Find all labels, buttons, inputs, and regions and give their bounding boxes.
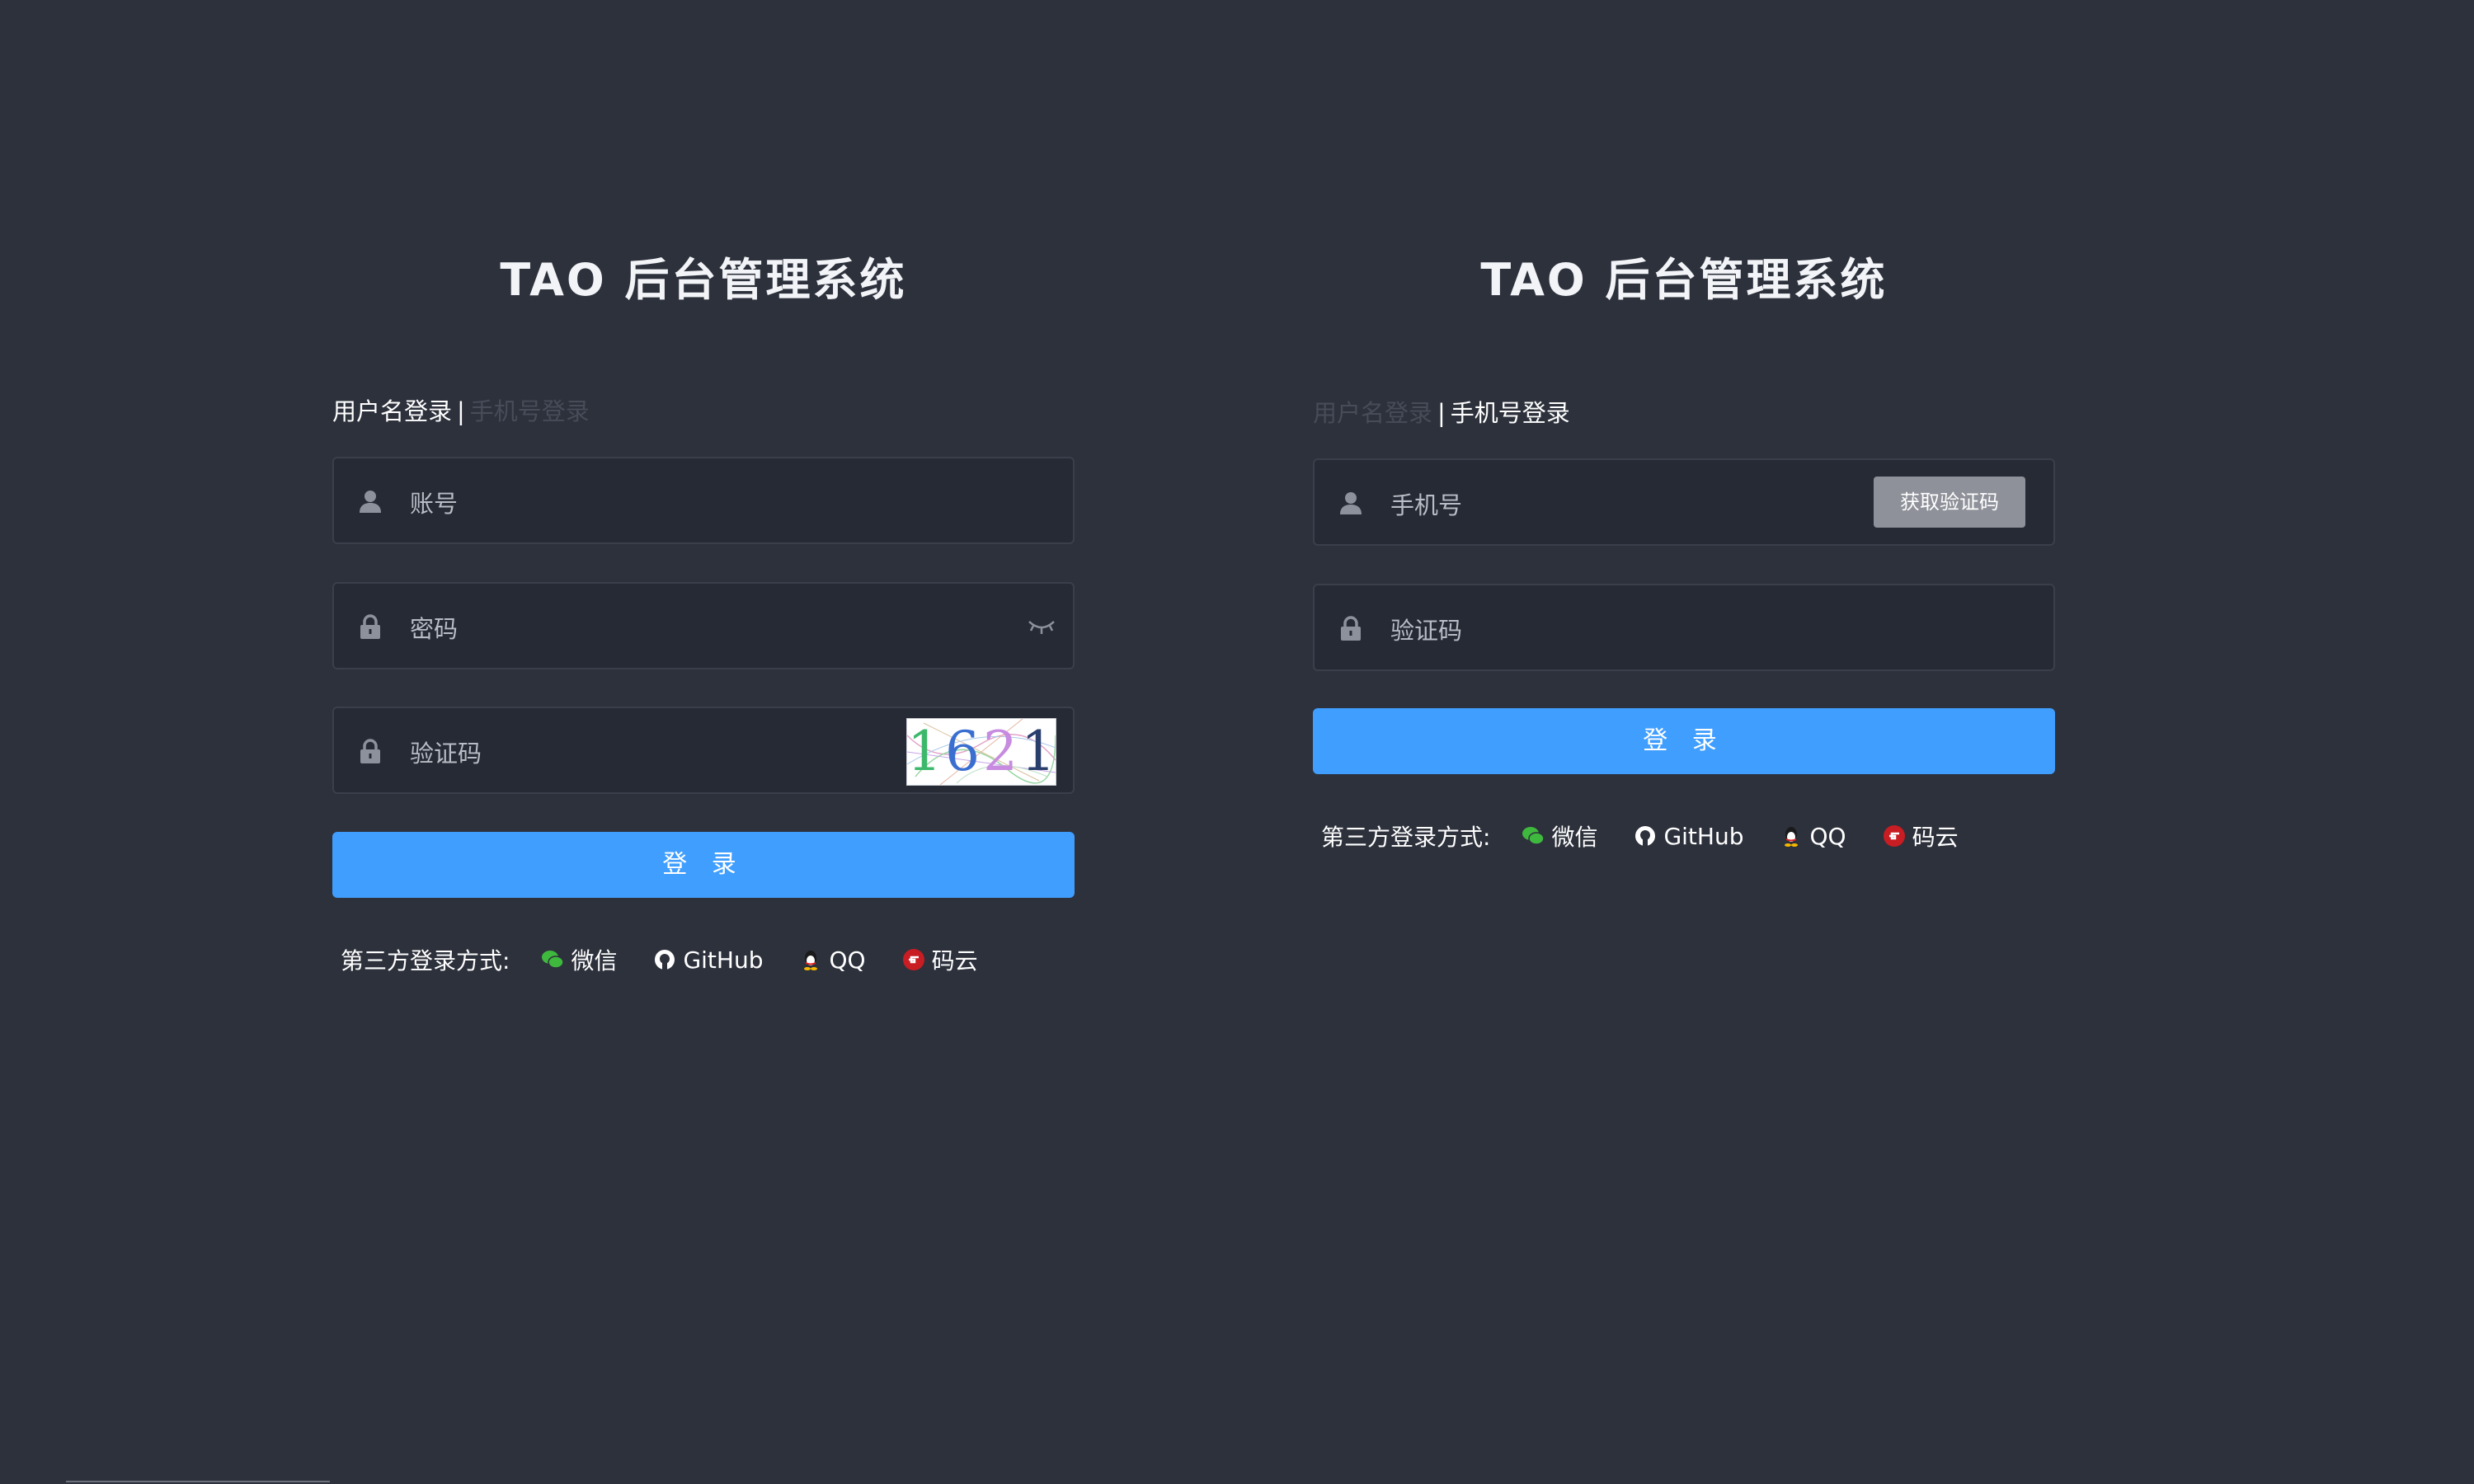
account-placeholder: 账号	[410, 490, 459, 518]
login-button[interactable]: 登 录	[332, 832, 1075, 898]
captcha-char-4: 1	[1021, 720, 1056, 783]
tab-phone-login[interactable]: 手机号登录	[470, 397, 590, 425]
page-title: TAO 后台管理系统	[500, 254, 907, 306]
wechat-icon	[1522, 827, 1545, 845]
captcha-text: 1621	[907, 719, 1056, 785]
tab-username-login[interactable]: 用户名登录	[332, 397, 452, 425]
wechat-icon	[542, 951, 565, 969]
tab-phone-login[interactable]: 手机号登录	[1451, 399, 1570, 427]
login-button[interactable]: 登 录	[1313, 708, 2055, 774]
third-party-label: 第三方登录方式:	[341, 947, 510, 974]
account-field[interactable]: 账号	[332, 457, 1075, 544]
get-code-button[interactable]: 获取验证码	[1874, 477, 2025, 528]
captcha-placeholder: 验证码	[410, 740, 482, 768]
qq-login[interactable]: QQ	[1780, 823, 1846, 850]
lock-icon	[1341, 616, 1361, 641]
github-login[interactable]: GitHub	[653, 946, 763, 974]
lock-icon	[360, 614, 380, 639]
page-title: TAO 后台管理系统	[1480, 254, 1888, 306]
wechat-label: 微信	[571, 947, 618, 974]
gitee-label: 码云	[1912, 824, 1959, 851]
qq-login[interactable]: QQ	[799, 946, 866, 974]
qq-icon	[1785, 827, 1799, 847]
github-icon	[655, 950, 675, 970]
tab-username-login[interactable]: 用户名登录	[1313, 399, 1432, 427]
captcha-image[interactable]: 1621 1621	[906, 718, 1056, 786]
code-field[interactable]: 验证码	[1313, 584, 2055, 671]
wechat-label: 微信	[1551, 824, 1598, 851]
captcha-field[interactable]: 验证码 1621 1621	[332, 707, 1075, 794]
login-tabs: 用户名登录 | 手机号登录	[1313, 394, 1570, 429]
lock-icon	[360, 739, 380, 763]
captcha-char-3: 2	[983, 720, 1021, 783]
tab-separator: |	[457, 397, 465, 425]
third-party-login: 第三方登录方式: 微信 GitHub QQ 码云	[1321, 819, 1995, 852]
gitee-login[interactable]: 码云	[1883, 819, 1959, 852]
gitee-login[interactable]: 码云	[902, 943, 978, 976]
phone-field[interactable]: 手机号 获取验证码	[1313, 458, 2055, 546]
wechat-login[interactable]: 微信	[1522, 819, 1597, 852]
user-icon	[360, 491, 381, 513]
qq-icon	[804, 951, 818, 970]
third-party-label: 第三方登录方式:	[1321, 824, 1491, 851]
captcha-char-2: 6	[945, 720, 983, 783]
captcha-char-1: 1	[907, 720, 945, 783]
scrollbar-indicator	[66, 1481, 330, 1482]
gitee-label: 码云	[931, 947, 978, 974]
github-label: GitHub	[683, 946, 764, 974]
github-login[interactable]: GitHub	[1634, 823, 1743, 850]
wechat-login[interactable]: 微信	[541, 943, 617, 976]
third-party-login: 第三方登录方式: 微信 GitHub QQ 码云	[341, 943, 1014, 976]
password-placeholder: 密码	[410, 615, 459, 643]
gitee-icon	[1883, 825, 1905, 847]
phone-placeholder: 手机号	[1390, 491, 1463, 519]
user-icon	[1340, 492, 1362, 514]
github-label: GitHub	[1663, 822, 1744, 850]
password-field[interactable]: 密码	[332, 582, 1075, 669]
qq-label: QQ	[829, 946, 866, 974]
gitee-icon	[902, 949, 924, 970]
qq-label: QQ	[1809, 822, 1846, 850]
github-icon	[1635, 826, 1656, 846]
login-tabs: 用户名登录 | 手机号登录	[332, 392, 590, 427]
tab-separator: |	[1437, 399, 1446, 427]
eye-closed-icon[interactable]	[1027, 615, 1056, 636]
code-placeholder: 验证码	[1390, 617, 1463, 645]
